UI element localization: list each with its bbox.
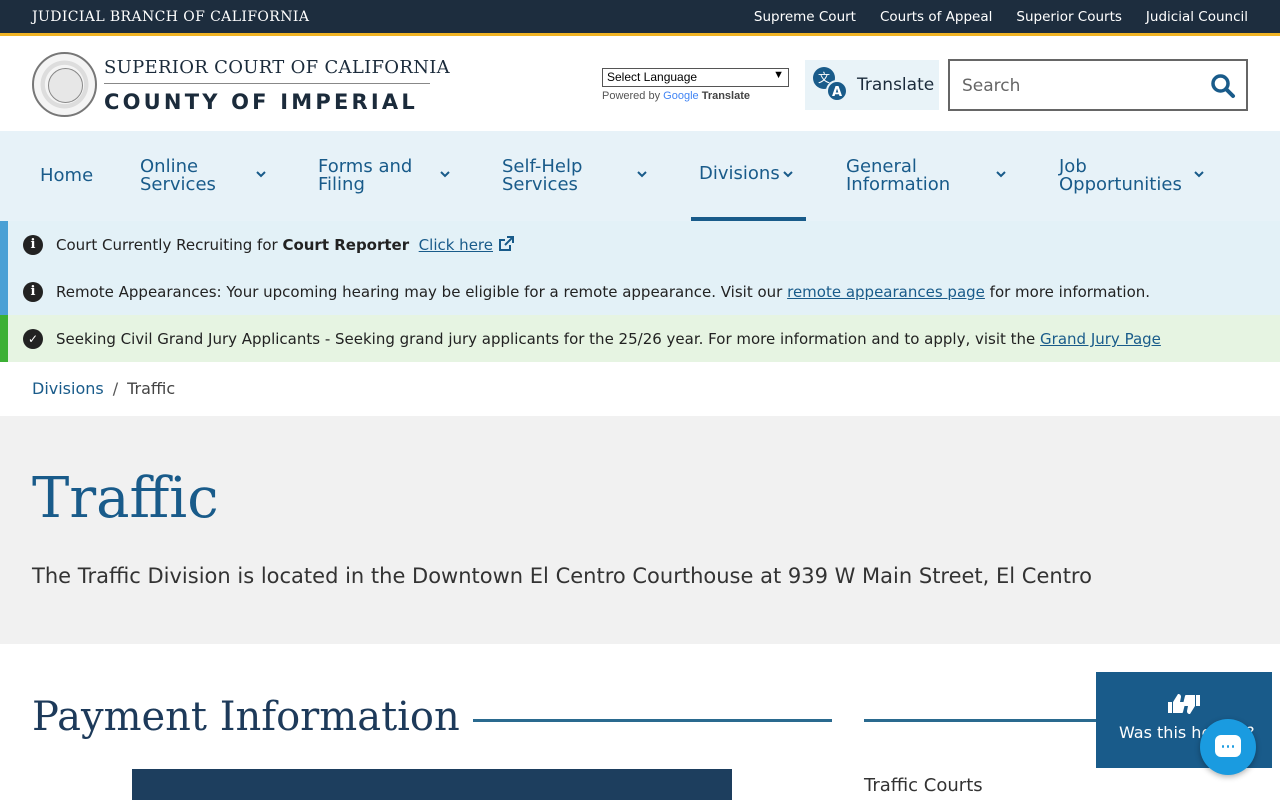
alert-text: Remote Appearances: Your upcoming hearin… xyxy=(56,283,1150,301)
chevron-down-icon xyxy=(783,171,793,178)
page-description: The Traffic Division is located in the D… xyxy=(32,564,1092,588)
search-input[interactable]: Search xyxy=(948,59,1248,111)
chat-icon xyxy=(1215,735,1241,757)
translate-button-label: Translate xyxy=(857,75,935,95)
alert-text-suffix: for more information. xyxy=(984,283,1151,301)
judicial-branch-link[interactable]: JUDICIAL BRANCH OF CALIFORNIA xyxy=(32,9,309,25)
alert-recruiting: i Court Currently Recruiting for Court R… xyxy=(0,221,1280,268)
court-seal-logo[interactable] xyxy=(32,52,97,117)
alert-remote-appearances: i Remote Appearances: Your upcoming hear… xyxy=(0,268,1280,315)
chevron-down-icon xyxy=(637,171,647,178)
section-title: Payment Information xyxy=(32,694,460,740)
main-nav: Home Online Services Forms and Filing Se… xyxy=(0,131,1280,221)
nav-forms-and-filing-label: Forms and Filing xyxy=(318,156,413,195)
top-links: Supreme Court Courts of Appeal Superior … xyxy=(754,9,1248,25)
breadcrumb: Divisions / Traffic xyxy=(32,379,175,398)
chevron-down-icon: ▼ xyxy=(773,69,784,81)
logo-divider xyxy=(104,83,430,84)
chat-button[interactable] xyxy=(1200,719,1256,775)
superior-courts-link[interactable]: Superior Courts xyxy=(1016,9,1122,25)
google-logo: Google xyxy=(663,90,699,102)
courts-of-appeal-link[interactable]: Courts of Appeal xyxy=(880,9,992,25)
alert-bar xyxy=(0,315,8,362)
alert-grand-jury: ✓ Seeking Civil Grand Jury Applicants - … xyxy=(0,315,1280,362)
logo-title[interactable]: SUPERIOR COURT OF CALIFORNIA xyxy=(104,57,450,78)
nav-job-opportunities-label: Job Opportunities xyxy=(1059,156,1182,195)
google-translate-label: Translate xyxy=(701,90,751,102)
nav-self-help-services-label: Self-Help Services xyxy=(502,156,583,195)
translate-icon: 文 A xyxy=(813,67,849,103)
nav-home[interactable]: Home xyxy=(40,131,100,221)
alert-bar xyxy=(0,268,8,315)
breadcrumb-current: Traffic xyxy=(127,379,176,398)
powered-by-google: Powered by Google Translate xyxy=(602,90,750,102)
info-icon: i xyxy=(23,235,43,255)
breadcrumb-separator: / xyxy=(112,379,119,398)
traffic-courts-link[interactable]: Traffic Courts xyxy=(864,775,983,796)
alert-text: Seeking Civil Grand Jury Applicants - Se… xyxy=(56,330,1161,348)
translate-button[interactable]: 文 A Translate xyxy=(805,60,939,110)
remote-appearances-link[interactable]: remote appearances page xyxy=(787,283,985,301)
judicial-council-link[interactable]: Judicial Council xyxy=(1146,9,1248,25)
alert-bold-text: Court Reporter xyxy=(282,236,410,254)
grand-jury-link[interactable]: Grand Jury Page xyxy=(1040,330,1161,348)
chevron-down-icon xyxy=(256,171,266,178)
language-select-value: Select Language xyxy=(607,70,698,84)
click-here-link[interactable]: Click here xyxy=(419,236,493,254)
top-bar: JUDICIAL BRANCH OF CALIFORNIA Supreme Co… xyxy=(0,0,1280,36)
logo-subtitle[interactable]: COUNTY OF IMPERIAL xyxy=(104,90,418,114)
chevron-down-icon xyxy=(996,171,1006,178)
breadcrumb-divisions-link[interactable]: Divisions xyxy=(32,379,104,398)
nav-online-services[interactable]: Online Services xyxy=(140,131,280,221)
payment-banner xyxy=(132,769,732,800)
sidebar-divider xyxy=(864,719,1096,722)
powered-by-label: Powered by xyxy=(602,90,661,102)
chevron-down-icon xyxy=(1194,171,1204,178)
checkmark-icon: ✓ xyxy=(23,329,43,349)
chevron-down-icon xyxy=(440,171,450,178)
page-title: Traffic xyxy=(32,466,219,531)
section-divider xyxy=(473,719,832,722)
alert-bar xyxy=(0,221,8,268)
nav-general-information[interactable]: General Information xyxy=(846,131,1016,221)
thumbs-up-down-icon xyxy=(1168,694,1200,714)
alert-text-prefix: Seeking Civil Grand Jury Applicants xyxy=(56,330,321,348)
nav-job-opportunities[interactable]: Job Opportunities xyxy=(1059,131,1219,221)
alert-text: Court Currently Recruiting for Court Rep… xyxy=(56,236,514,254)
alert-text-prefix: Court Currently Recruiting for xyxy=(56,236,283,254)
nav-online-services-label: Online Services xyxy=(140,156,216,195)
search-placeholder: Search xyxy=(962,76,1021,96)
language-select[interactable]: Select Language ▼ xyxy=(602,68,789,87)
external-link-icon[interactable] xyxy=(498,236,514,252)
nav-general-information-label: General Information xyxy=(846,156,951,195)
info-icon: i xyxy=(23,282,43,302)
nav-divisions-label: Divisions xyxy=(699,163,780,184)
nav-divisions[interactable]: Divisions xyxy=(691,131,806,221)
nav-forms-and-filing[interactable]: Forms and Filing xyxy=(318,131,458,221)
supreme-court-link[interactable]: Supreme Court xyxy=(754,9,856,25)
page-hero: Traffic The Traffic Division is located … xyxy=(0,416,1280,644)
alert-text-prefix: Remote Appearances: Your upcoming hearin… xyxy=(56,283,788,301)
site-header: SUPERIOR COURT OF CALIFORNIA COUNTY OF I… xyxy=(0,39,1280,131)
nav-self-help-services[interactable]: Self-Help Services xyxy=(502,131,652,221)
alert-text-middle: - Seeking grand jury applicants for the … xyxy=(320,330,1041,348)
search-icon[interactable] xyxy=(1210,73,1236,99)
nav-home-label: Home xyxy=(40,165,94,186)
